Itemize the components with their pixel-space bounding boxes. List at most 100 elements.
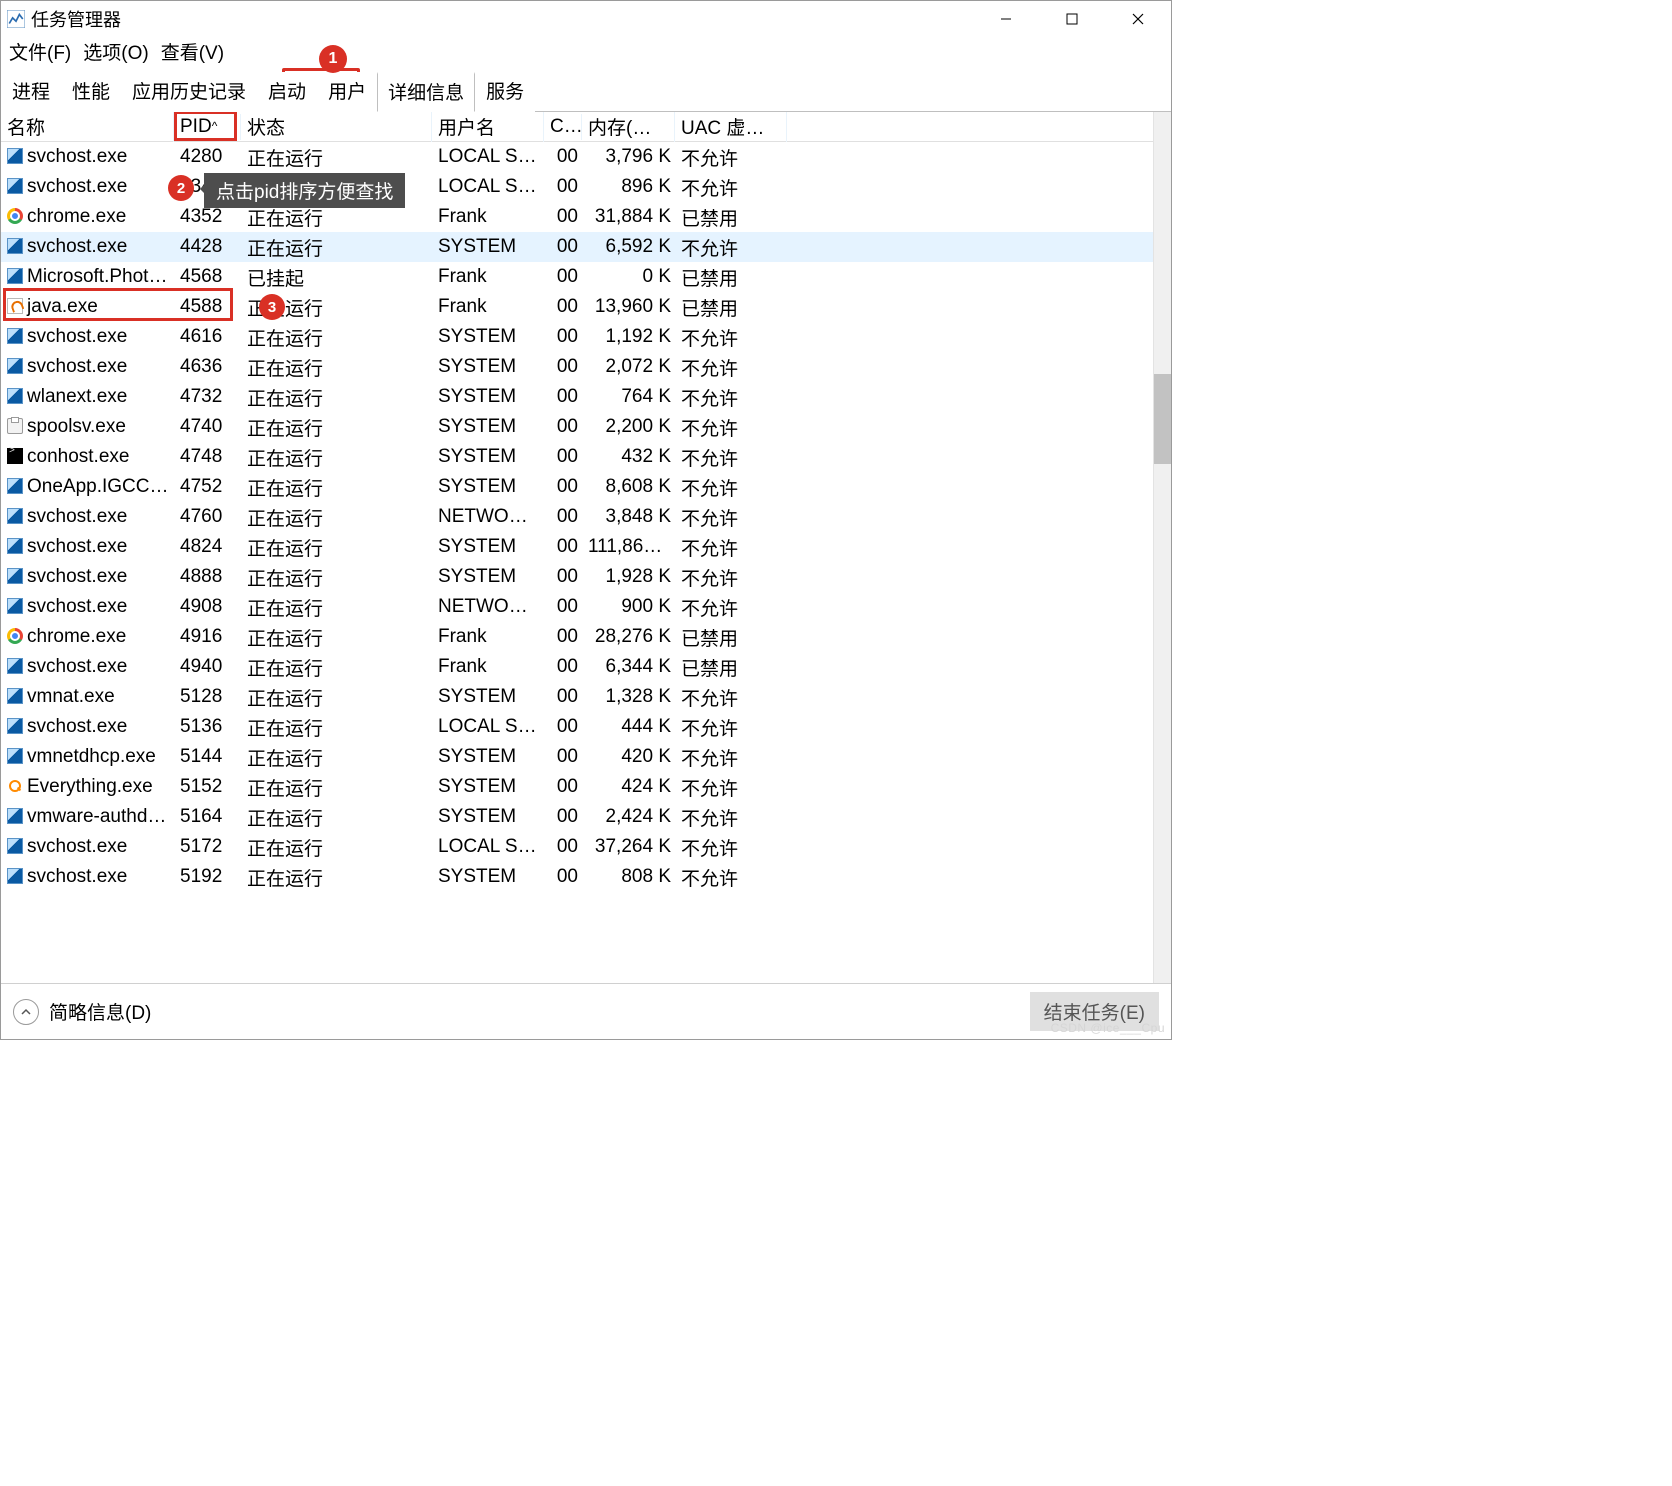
process-name: svchost.exe xyxy=(27,866,127,887)
window-title: 任务管理器 xyxy=(31,6,121,32)
process-name: vmnat.exe xyxy=(27,686,115,707)
annotation-step-1: 1 xyxy=(319,45,347,73)
process-icon xyxy=(7,598,23,614)
cell-uac: 不允许 xyxy=(675,714,787,741)
cell-status: 正在运行 xyxy=(241,444,432,471)
cell-mem: 1,328 K xyxy=(582,686,675,708)
cell-name: chrome.exe xyxy=(1,206,174,228)
process-icon xyxy=(7,268,23,284)
cell-user: SYSTEM xyxy=(432,866,544,888)
menu-view[interactable]: 查看(V) xyxy=(157,36,228,67)
cell-user: SYSTEM xyxy=(432,566,544,588)
fewer-details-label[interactable]: 简略信息(D) xyxy=(49,998,151,1025)
process-name: svchost.exe xyxy=(27,356,127,377)
close-button[interactable] xyxy=(1105,1,1171,37)
cell-user: Frank xyxy=(432,266,544,288)
table-row[interactable]: svchost.exe4908正在运行NETWORK ...00900 K不允许 xyxy=(1,592,1153,622)
table-row[interactable]: wlanext.exe4732正在运行SYSTEM00764 K不允许 xyxy=(1,382,1153,412)
cell-cpu: 00 xyxy=(544,776,582,798)
table-row[interactable]: svchost.exe4616正在运行SYSTEM001,192 K不允许 xyxy=(1,322,1153,352)
tab-startup[interactable]: 启动 xyxy=(257,72,317,112)
maximize-button[interactable] xyxy=(1039,1,1105,37)
table-row[interactable]: java.exe4588正在运行Frank0013,960 K已禁用 xyxy=(1,292,1153,322)
tab-users[interactable]: 用户 xyxy=(317,72,377,112)
process-icon xyxy=(7,538,23,554)
cell-status: 正在运行 xyxy=(241,504,432,531)
cell-name: svchost.exe xyxy=(1,236,174,258)
table-row[interactable]: vmware-authd.exe5164正在运行SYSTEM002,424 K不… xyxy=(1,802,1153,832)
cell-user: Frank xyxy=(432,296,544,318)
menu-file[interactable]: 文件(F) xyxy=(5,36,75,67)
menu-options[interactable]: 选项(O) xyxy=(79,36,152,67)
cell-pid: 4636 xyxy=(174,356,241,378)
cell-uac: 已禁用 xyxy=(675,624,787,651)
col-header-cpu[interactable]: CPU xyxy=(544,114,582,140)
table-row[interactable]: svchost.exe5172正在运行LOCAL SER...0037,264 … xyxy=(1,832,1153,862)
cell-name: svchost.exe xyxy=(1,716,174,738)
cell-name: svchost.exe xyxy=(1,176,174,198)
window-controls xyxy=(973,1,1171,37)
table-row[interactable]: vmnetdhcp.exe5144正在运行SYSTEM00420 K不允许 xyxy=(1,742,1153,772)
table-row[interactable]: svchost.exe4888正在运行SYSTEM001,928 K不允许 xyxy=(1,562,1153,592)
table-row[interactable]: svchost.exe4760正在运行NETWORK ...003,848 K不… xyxy=(1,502,1153,532)
annotation-step-2: 2 xyxy=(168,175,194,201)
cell-name: svchost.exe xyxy=(1,146,174,168)
scrollbar-thumb[interactable] xyxy=(1154,374,1171,464)
cell-mem: 444 K xyxy=(582,716,675,738)
footer: 简略信息(D) 结束任务(E) xyxy=(1,983,1171,1039)
table-row[interactable]: chrome.exe4352正在运行Frank0031,884 K已禁用 xyxy=(1,202,1153,232)
cell-status: 正在运行 xyxy=(241,564,432,591)
process-icon xyxy=(7,238,23,254)
fewer-details-icon[interactable] xyxy=(13,999,39,1025)
process-name: svchost.exe xyxy=(27,566,127,587)
table-row[interactable]: svchost.exe4940正在运行Frank006,344 K已禁用 xyxy=(1,652,1153,682)
cell-uac: 不允许 xyxy=(675,474,787,501)
table-header: 名称 PID^ 状态 用户名 CPU 内存(活动的... UAC 虚拟化 xyxy=(1,112,1153,142)
cell-name: svchost.exe xyxy=(1,596,174,618)
minimize-button[interactable] xyxy=(973,1,1039,37)
cell-status: 正在运行 xyxy=(241,354,432,381)
col-header-pid[interactable]: PID^ xyxy=(174,114,241,140)
table-row[interactable]: OneApp.IGCC.WinS...4752正在运行SYSTEM008,608… xyxy=(1,472,1153,502)
tab-performance[interactable]: 性能 xyxy=(61,72,121,112)
process-icon xyxy=(7,568,23,584)
process-name: svchost.exe xyxy=(27,176,127,197)
table-row[interactable]: svchost.exe4636正在运行SYSTEM002,072 K不允许 xyxy=(1,352,1153,382)
table-row[interactable]: Everything.exe5152正在运行SYSTEM00424 K不允许 xyxy=(1,772,1153,802)
table-row[interactable]: svchost.exe5192正在运行SYSTEM00808 K不允许 xyxy=(1,862,1153,892)
table-row[interactable]: Microsoft.Photos.exe4568已挂起Frank000 K已禁用 xyxy=(1,262,1153,292)
cell-uac: 已禁用 xyxy=(675,294,787,321)
col-header-user[interactable]: 用户名 xyxy=(432,112,544,142)
table-row[interactable]: svchost.exe4280正在运行LOCAL SER...003,796 K… xyxy=(1,142,1153,172)
tab-processes[interactable]: 进程 xyxy=(1,72,61,112)
col-header-name[interactable]: 名称 xyxy=(1,112,174,142)
cell-uac: 不允许 xyxy=(675,324,787,351)
col-header-status[interactable]: 状态 xyxy=(241,112,432,142)
cell-status: 正在运行 xyxy=(241,834,432,861)
cell-name: svchost.exe xyxy=(1,536,174,558)
cell-uac: 不允许 xyxy=(675,234,787,261)
tab-services[interactable]: 服务 xyxy=(475,72,535,112)
cell-pid: 4940 xyxy=(174,656,241,678)
table-row[interactable]: conhost.exe4748正在运行SYSTEM00432 K不允许 xyxy=(1,442,1153,472)
table-row[interactable]: svchost.exe4824正在运行SYSTEM00111,868 K不允许 xyxy=(1,532,1153,562)
cell-name: svchost.exe xyxy=(1,356,174,378)
table-row[interactable]: vmnat.exe5128正在运行SYSTEM001,328 K不允许 xyxy=(1,682,1153,712)
cell-pid: 5172 xyxy=(174,836,241,858)
vertical-scrollbar[interactable] xyxy=(1153,112,1171,983)
cell-mem: 2,200 K xyxy=(582,416,675,438)
process-icon xyxy=(7,418,23,434)
col-header-uac[interactable]: UAC 虚拟化 xyxy=(675,112,787,142)
cell-uac: 不允许 xyxy=(675,144,787,171)
table-row[interactable]: svchost.exe5136正在运行LOCAL SER...00444 K不允… xyxy=(1,712,1153,742)
process-name: Microsoft.Photos.exe xyxy=(27,266,174,287)
table-row[interactable]: svchost.exe4428正在运行SYSTEM006,592 K不允许 xyxy=(1,232,1153,262)
cell-user: SYSTEM xyxy=(432,356,544,378)
col-header-mem[interactable]: 内存(活动的... xyxy=(582,112,675,142)
table-row[interactable]: chrome.exe4916正在运行Frank0028,276 K已禁用 xyxy=(1,622,1153,652)
process-icon xyxy=(7,328,23,344)
table-row[interactable]: spoolsv.exe4740正在运行SYSTEM002,200 K不允许 xyxy=(1,412,1153,442)
cell-user: SYSTEM xyxy=(432,536,544,558)
tab-details[interactable]: 详细信息 xyxy=(377,72,475,112)
tab-app-history[interactable]: 应用历史记录 xyxy=(121,72,257,112)
